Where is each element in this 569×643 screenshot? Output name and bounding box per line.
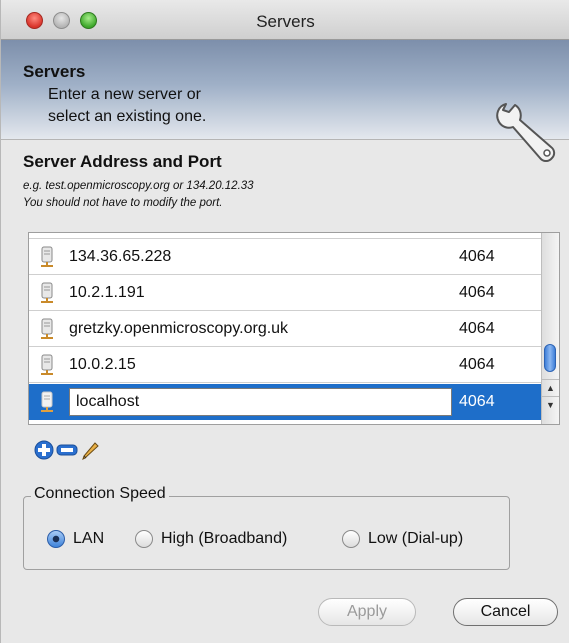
server-icon: [41, 354, 53, 375]
connection-speed-legend: Connection Speed: [31, 485, 169, 503]
radio-lan[interactable]: LAN: [47, 528, 104, 550]
scroll-up-button[interactable]: ▲: [542, 379, 559, 396]
table-row[interactable]: 10.2.1.191 4064: [29, 275, 542, 311]
server-icon: [41, 246, 53, 267]
server-host: 10.2.1.191: [69, 284, 145, 301]
window-title: Servers: [256, 12, 315, 31]
banner-subtitle: Enter a new server or select an existing…: [48, 84, 206, 128]
hint-line2: You should not have to modify the port.: [23, 197, 223, 209]
server-port[interactable]: 4064: [459, 384, 495, 420]
header-banner: Servers Enter a new server or select an …: [1, 40, 569, 162]
radio-low-dialup-button[interactable]: [342, 530, 360, 548]
server-icon: [41, 282, 53, 303]
table-row[interactable]: 134.36.65.228 4064: [29, 239, 542, 275]
scroll-down-button[interactable]: ▼: [542, 396, 559, 413]
server-table[interactable]: 134.36.65.228 4064 10.2.1.191 4064 gretz…: [28, 232, 560, 425]
table-row-selected[interactable]: 4064: [29, 384, 542, 420]
plus-icon[interactable]: [34, 440, 54, 460]
radio-lan-button[interactable]: [47, 530, 65, 548]
minus-icon[interactable]: [56, 440, 78, 460]
section-hint: e.g. test.openmicroscopy.org or 134.20.1…: [23, 178, 254, 212]
server-icon: [41, 391, 53, 412]
server-icon: [41, 318, 53, 339]
server-host: 134.36.65.228: [69, 248, 172, 265]
banner-subtitle-line1: Enter a new server or: [48, 86, 201, 103]
server-port: 4064: [459, 356, 495, 373]
host-edit-input[interactable]: [69, 388, 452, 416]
radio-lan-label: LAN: [73, 530, 105, 547]
title-bar[interactable]: Servers: [1, 0, 569, 40]
server-host: gretzky.openmicroscopy.org.uk: [69, 320, 289, 337]
wrench-icon: [496, 103, 556, 162]
server-port: 4064: [459, 248, 495, 265]
table-row[interactable]: 10.0.2.15 4064: [29, 347, 542, 383]
hint-line1: e.g. test.openmicroscopy.org or 134.20.1…: [23, 180, 254, 192]
banner-subtitle-line2: select an existing one.: [48, 108, 207, 125]
scroll-thumb[interactable]: [544, 344, 556, 372]
table-scrollbar[interactable]: ▲ ▼: [541, 233, 559, 424]
pencil-icon[interactable]: [81, 440, 101, 460]
radio-low-dialup-label: Low (Dial-up): [368, 530, 464, 547]
cancel-button[interactable]: Cancel: [453, 598, 558, 626]
radio-low-dialup[interactable]: Low (Dial-up): [342, 528, 463, 550]
table-row[interactable]: [29, 233, 542, 239]
server-host: 10.0.2.15: [69, 356, 136, 373]
radio-high-broadband-label: High (Broadband): [161, 530, 288, 547]
server-port: 4064: [459, 284, 495, 301]
radio-high-broadband-button[interactable]: [135, 530, 153, 548]
banner-title: Servers: [23, 62, 86, 81]
server-port: 4064: [459, 320, 495, 337]
table-row[interactable]: gretzky.openmicroscopy.org.uk 4064: [29, 311, 542, 347]
section-title: Server Address and Port: [23, 152, 222, 171]
radio-high-broadband[interactable]: High (Broadband): [135, 528, 287, 550]
apply-button[interactable]: Apply: [318, 598, 416, 626]
servers-dialog: Servers Servers Enter a new server or se…: [0, 0, 569, 643]
